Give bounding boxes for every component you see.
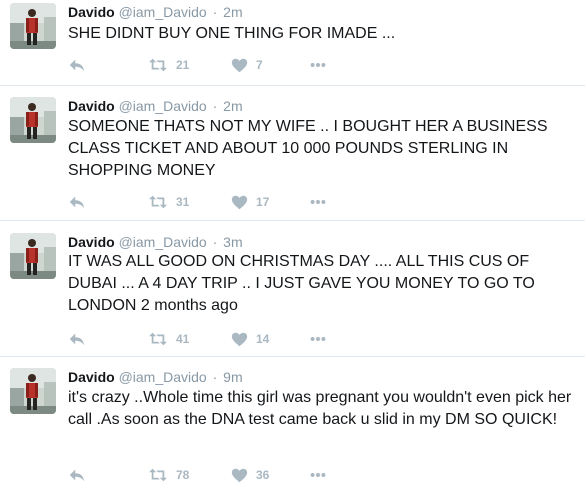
separator: ·: [212, 98, 218, 114]
heart-icon: [231, 194, 248, 211]
timestamp[interactable]: 9m: [223, 369, 242, 385]
tweet[interactable]: Davido @iam_Davido · 2m SHE DIDNT BUY ON…: [0, 0, 585, 86]
more-icon: [308, 330, 328, 348]
tweet-actions: 41 14: [68, 329, 468, 349]
retweet-button[interactable]: 78: [148, 465, 189, 485]
retweet-icon: [148, 56, 168, 74]
author-handle[interactable]: @iam_Davido: [119, 234, 207, 250]
reply-button[interactable]: [68, 329, 86, 349]
tweet[interactable]: Davido @iam_Davido · 3m IT WAS ALL GOOD …: [0, 221, 585, 357]
tweet-text: IT WAS ALL GOOD ON CHRISTMAS DAY .... AL…: [68, 253, 535, 314]
retweet-button[interactable]: 41: [148, 329, 189, 349]
more-button[interactable]: [308, 465, 328, 485]
avatar[interactable]: [10, 3, 56, 49]
reply-icon: [68, 330, 86, 348]
avatar[interactable]: [10, 97, 56, 143]
tweet-actions: 78 36: [68, 465, 468, 485]
tweet-header: Davido @iam_Davido · 2m: [68, 3, 243, 21]
more-icon: [308, 193, 328, 211]
more-icon: [308, 56, 328, 74]
more-button[interactable]: [308, 55, 328, 75]
reply-button[interactable]: [68, 55, 86, 75]
like-count: 7: [256, 58, 263, 72]
more-button[interactable]: [308, 329, 328, 349]
separator: ·: [212, 234, 218, 250]
timestamp[interactable]: 2m: [223, 4, 242, 20]
retweet-count: 78: [176, 468, 190, 482]
retweet-count: 21: [176, 58, 190, 72]
timestamp[interactable]: 2m: [223, 98, 242, 114]
tweet-text: SOMEONE THATS NOT MY WIFE .. I BOUGHT HE…: [68, 118, 548, 179]
heart-icon: [231, 467, 248, 484]
retweet-icon: [148, 466, 168, 484]
retweet-icon: [148, 330, 168, 348]
reply-icon: [68, 56, 86, 74]
heart-icon: [231, 57, 248, 74]
reply-icon: [68, 193, 86, 211]
reply-icon: [68, 466, 86, 484]
tweet-header: Davido @iam_Davido · 9m: [68, 368, 243, 386]
tweet-header: Davido @iam_Davido · 2m: [68, 97, 243, 115]
retweet-count: 41: [176, 332, 190, 346]
like-count: 17: [256, 195, 270, 209]
heart-icon: [231, 331, 248, 348]
separator: ·: [212, 4, 218, 20]
author-handle[interactable]: @iam_Davido: [119, 4, 207, 20]
avatar[interactable]: [10, 233, 56, 279]
like-count: 36: [256, 468, 270, 482]
tweet-actions: 31 17: [68, 192, 468, 212]
like-button[interactable]: 36: [231, 465, 269, 485]
author-handle[interactable]: @iam_Davido: [119, 369, 207, 385]
retweet-count: 31: [176, 195, 190, 209]
tweet-text: SHE DIDNT BUY ONE THING FOR IMADE ...: [68, 25, 396, 42]
author-handle[interactable]: @iam_Davido: [119, 98, 207, 114]
author-name[interactable]: Davido: [68, 234, 115, 250]
more-button[interactable]: [308, 192, 328, 212]
like-count: 14: [256, 332, 270, 346]
tweet-header: Davido @iam_Davido · 3m: [68, 233, 243, 251]
tweet-text: it's crazy ..Whole time this girl was pr…: [68, 389, 572, 428]
author-name[interactable]: Davido: [68, 369, 115, 385]
author-name[interactable]: Davido: [68, 4, 115, 20]
author-name[interactable]: Davido: [68, 98, 115, 114]
retweet-button[interactable]: 21: [148, 55, 189, 75]
like-button[interactable]: 14: [231, 329, 269, 349]
separator: ·: [212, 369, 218, 385]
tweet[interactable]: Davido @iam_Davido · 2m SOMEONE THATS NO…: [0, 86, 585, 221]
reply-button[interactable]: [68, 192, 86, 212]
like-button[interactable]: 7: [231, 55, 263, 75]
tweet-actions: 21 7: [68, 55, 468, 75]
more-icon: [308, 466, 328, 484]
retweet-button[interactable]: 31: [148, 192, 189, 212]
tweet[interactable]: Davido @iam_Davido · 9m it's crazy ..Who…: [0, 357, 585, 497]
avatar[interactable]: [10, 368, 56, 414]
timestamp[interactable]: 3m: [223, 234, 242, 250]
like-button[interactable]: 17: [231, 192, 269, 212]
retweet-icon: [148, 193, 168, 211]
reply-button[interactable]: [68, 465, 86, 485]
